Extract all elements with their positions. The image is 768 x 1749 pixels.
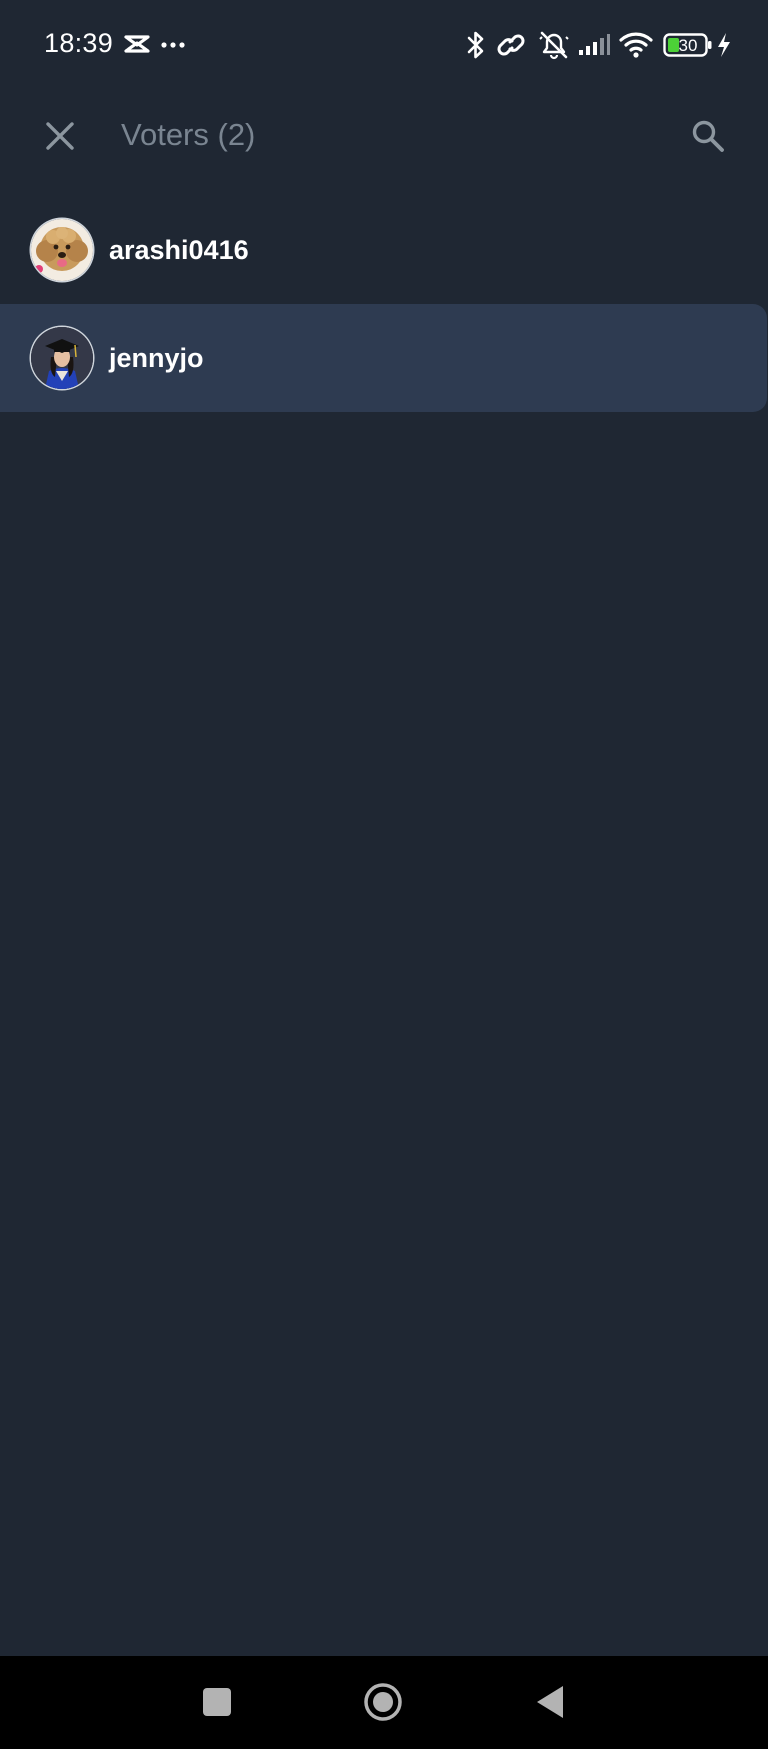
voter-name: jennyjo: [109, 342, 204, 373]
list-item[interactable]: arashi0416: [0, 196, 768, 304]
wifi-icon: [619, 32, 653, 58]
app-bar: Voters (2): [0, 92, 768, 178]
more-dots-icon: [161, 42, 185, 48]
close-button[interactable]: [36, 112, 84, 160]
close-icon: [46, 122, 74, 150]
navigation-bar: [0, 1656, 768, 1749]
voter-list: arashi0416 jennyjo: [0, 196, 768, 412]
search-button[interactable]: [684, 112, 732, 160]
back-icon[interactable]: [535, 1685, 565, 1719]
dog-avatar-image: [31, 219, 93, 281]
voter-name: arashi0416: [109, 234, 249, 265]
bluetooth-icon: [467, 31, 484, 59]
signal-icon: [579, 34, 610, 55]
status-time: 18:39: [44, 28, 114, 58]
charging-icon: [718, 33, 730, 57]
recents-icon[interactable]: [202, 1687, 232, 1717]
link-icon: [497, 34, 525, 56]
avatar: [31, 327, 93, 389]
avatar: [31, 219, 93, 281]
list-item[interactable]: jennyjo: [0, 304, 767, 412]
battery-level: 30: [678, 36, 698, 55]
home-icon[interactable]: [363, 1682, 403, 1722]
page-title: Voters (2): [121, 117, 256, 152]
graduate-avatar-image: [31, 327, 93, 389]
status-bar: 18:39 30: [0, 0, 768, 92]
capcut-icon: [124, 35, 150, 53]
search-icon: [692, 120, 724, 152]
mute-icon: [539, 31, 569, 60]
